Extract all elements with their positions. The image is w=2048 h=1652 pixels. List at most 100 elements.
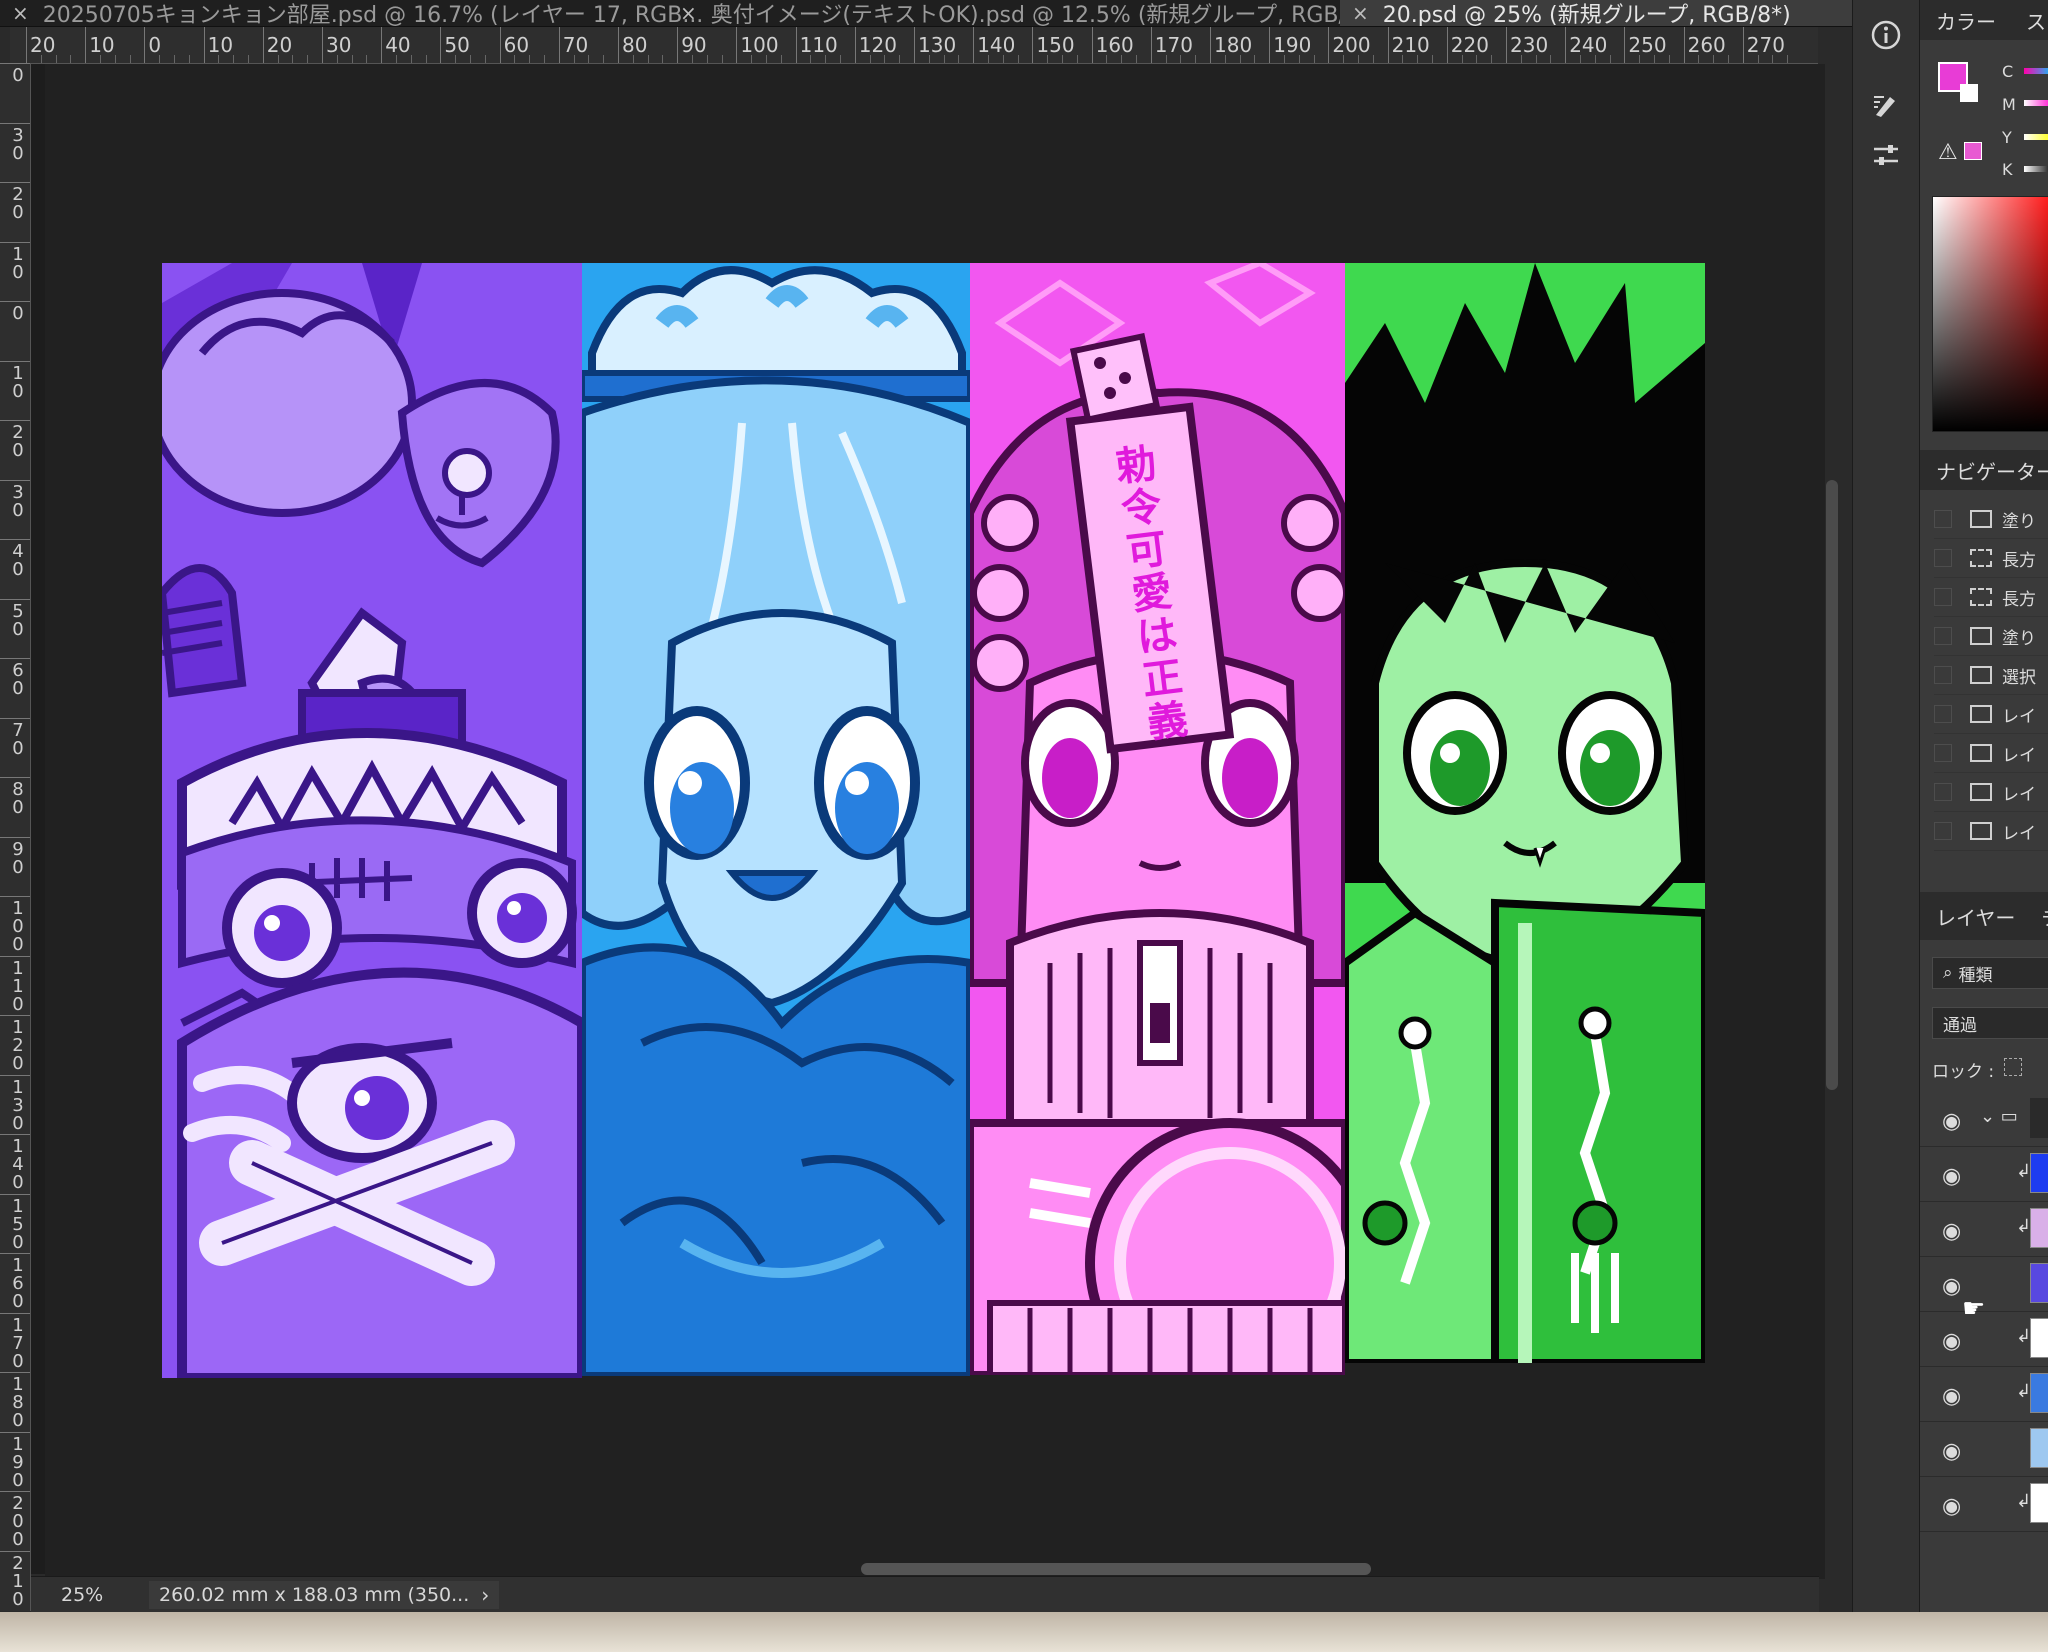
layer-thumbnail[interactable] xyxy=(2030,1263,2048,1303)
folder-icon[interactable]: ⌄ ▭ xyxy=(1980,1106,2018,1127)
ruler-label: 250 xyxy=(1628,33,1667,57)
ruler-tick xyxy=(440,27,442,63)
ruler-label: 70 xyxy=(12,719,24,759)
gamut-swatch[interactable] xyxy=(1964,142,1982,160)
ruler-label: 90 xyxy=(12,838,24,878)
ruler-label: 40 xyxy=(385,33,411,57)
horizontal-scrollbar[interactable] xyxy=(31,1560,1819,1576)
visibility-eye-icon[interactable]: ◉ xyxy=(1942,1274,1961,1299)
layer-thumbnail[interactable] xyxy=(2030,1483,2048,1523)
ruler-minor-tick xyxy=(1195,55,1197,63)
navigator-panel-header[interactable]: ナビゲーター xyxy=(1920,450,2048,490)
ruler-tick xyxy=(1742,27,1744,63)
chevron-right-icon[interactable]: › xyxy=(481,1583,489,1607)
layer-group-row[interactable]: ◉ ⌄ ▭ xyxy=(1920,1092,2048,1147)
layer-filter-field[interactable]: ⌕ 種類 xyxy=(1932,957,2048,989)
layer-thumbnail[interactable] xyxy=(2030,1098,2048,1138)
layer-row[interactable]: ◉ ↲ xyxy=(1920,1477,2048,1532)
tab-channels[interactable]: チ xyxy=(2041,902,2048,931)
magenta-slider[interactable] xyxy=(2024,100,2048,106)
tab-color[interactable]: カラー xyxy=(1936,6,1996,35)
ruler-label: 50 xyxy=(12,600,24,640)
horizontal-scroll-thumb[interactable] xyxy=(861,1563,1371,1575)
ruler-tick xyxy=(0,1372,30,1373)
history-item[interactable]: 塗り xyxy=(1934,500,2048,539)
history-checkbox[interactable] xyxy=(1934,588,1952,606)
color-picker-field[interactable] xyxy=(1932,196,2048,432)
horizontal-ruler[interactable]: 20 10 0 10 20 30 40 50 60 70 80 90 100 110 120 130 140 15… xyxy=(10,27,1818,64)
layers-panel-header[interactable]: レイヤー チ xyxy=(1920,892,2048,940)
history-item[interactable]: 長方 xyxy=(1934,578,2048,617)
layer-thumbnail[interactable] xyxy=(2030,1428,2048,1468)
tab-swatches[interactable]: ス xyxy=(2026,6,2046,35)
history-item[interactable]: レイ xyxy=(1934,734,2048,773)
layer-thumbnail[interactable] xyxy=(2030,1373,2048,1413)
ruler-minor-tick xyxy=(588,55,590,63)
ruler-label: 150 xyxy=(12,1195,24,1253)
adjust-icon[interactable] xyxy=(1863,132,1909,178)
layer-row[interactable]: ◉ ↲ xyxy=(1920,1202,2048,1257)
history-item[interactable]: 長方 xyxy=(1934,539,2048,578)
visibility-eye-icon[interactable]: ◉ xyxy=(1942,1329,1961,1354)
history-item-label: レイ xyxy=(2002,823,2036,844)
layer-row[interactable]: ◉ ↲ xyxy=(1920,1147,2048,1202)
close-icon[interactable]: × xyxy=(12,1,29,25)
cyan-slider[interactable] xyxy=(2024,68,2048,74)
background-color-swatch[interactable] xyxy=(1960,84,1978,102)
history-item[interactable]: レイ xyxy=(1934,695,2048,734)
history-item[interactable]: レイ xyxy=(1934,773,2048,812)
layer-thumbnail[interactable] xyxy=(2030,1153,2048,1193)
history-checkbox[interactable] xyxy=(1934,549,1952,567)
fill-layer-icon xyxy=(1970,510,1992,528)
history-checkbox[interactable] xyxy=(1934,627,1952,645)
ruler-label: 20 xyxy=(12,184,24,223)
history-checkbox[interactable] xyxy=(1934,822,1952,840)
brush-settings-icon[interactable] xyxy=(1863,82,1909,128)
visibility-eye-icon[interactable]: ◉ xyxy=(1942,1219,1961,1244)
info-icon[interactable] xyxy=(1863,12,1909,58)
close-icon[interactable]: × xyxy=(1352,1,1369,25)
ruler-label: 240 xyxy=(1569,33,1608,57)
document-info[interactable]: 260.02 mm x 188.03 mm (350... › xyxy=(149,1581,500,1609)
zoom-level[interactable]: 25% xyxy=(31,1584,149,1606)
blend-mode-select[interactable]: 通過 xyxy=(1932,1007,2048,1039)
tab-layers[interactable]: レイヤー xyxy=(1936,902,2015,931)
lock-transparency-icon[interactable] xyxy=(2004,1058,2022,1076)
document-tab-1[interactable]: × 20250705キョンキョン部屋.psd @ 16.7% (レイヤー 17,… xyxy=(0,0,703,26)
history-item[interactable]: レイ xyxy=(1934,812,2048,851)
vertical-scroll-thumb[interactable] xyxy=(1826,480,1838,1090)
tab-navigator[interactable]: ナビゲーター xyxy=(1936,456,2048,485)
ruler-tick xyxy=(0,1193,30,1195)
right-panel-dock: カラー ス ⚠ C M Y K ナビゲーター 塗り 長方 長方 塗り 選択 レイ レイ レイレ… xyxy=(1920,0,2048,1612)
layer-thumbnail[interactable] xyxy=(2030,1208,2048,1248)
charm-char-7: 義 xyxy=(1145,697,1190,748)
layer-row[interactable]: ◉ xyxy=(1920,1422,2048,1477)
visibility-eye-icon[interactable]: ◉ xyxy=(1942,1384,1961,1409)
ruler-tick xyxy=(0,717,30,719)
layer-thumbnail[interactable] xyxy=(2030,1318,2048,1358)
history-checkbox[interactable] xyxy=(1934,744,1952,762)
history-checkbox[interactable] xyxy=(1934,705,1952,723)
yellow-slider[interactable] xyxy=(2024,134,2048,140)
history-checkbox[interactable] xyxy=(1934,783,1952,801)
history-checkbox[interactable] xyxy=(1934,510,1952,528)
ruler-minor-tick xyxy=(1313,55,1315,63)
history-item[interactable]: 塗り xyxy=(1934,617,2048,656)
close-icon[interactable]: × xyxy=(680,1,697,25)
black-slider[interactable] xyxy=(2024,166,2048,172)
vertical-ruler[interactable]: 0 30 20 10 0 10 20 30 40 50 60 70 80 90 100 110 120 130 14… xyxy=(0,63,31,1611)
color-panel-header[interactable]: カラー ス xyxy=(1920,0,2048,40)
layer-row[interactable]: ◉ ↲ xyxy=(1920,1367,2048,1422)
document-tab-3-active[interactable]: × 20.psd @ 25% (新規グループ, RGB/8*) xyxy=(1340,0,1852,26)
artwork-panel-purple xyxy=(162,263,582,1378)
gamut-warning-icon[interactable]: ⚠ xyxy=(1938,140,1958,165)
visibility-eye-icon[interactable]: ◉ xyxy=(1942,1494,1961,1519)
visibility-eye-icon[interactable]: ◉ xyxy=(1942,1164,1961,1189)
visibility-eye-icon[interactable]: ◉ xyxy=(1942,1109,1961,1134)
document-tab-2[interactable]: × 奥付イメージ(テキストOK).psd @ 12.5% (新規グループ, RG… xyxy=(668,0,1381,26)
ruler-label: 10 xyxy=(12,243,24,283)
visibility-eye-icon[interactable]: ◉ xyxy=(1942,1439,1961,1464)
ruler-tick xyxy=(381,27,383,63)
history-checkbox[interactable] xyxy=(1934,666,1952,684)
history-item[interactable]: 選択 xyxy=(1934,656,2048,695)
